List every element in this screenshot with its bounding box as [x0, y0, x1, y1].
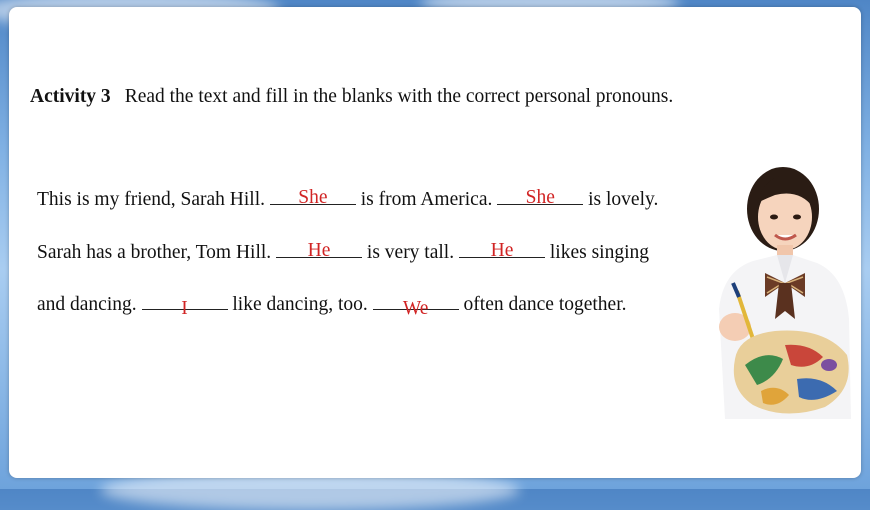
passage-text: This is my friend, Sarah Hill. [37, 189, 270, 210]
passage-line-1: This is my friend, Sarah Hill. She is fr… [37, 187, 659, 211]
activity-label: Activity 3 [30, 86, 111, 107]
passage-line-3: and dancing. I like dancing, too. We oft… [37, 293, 627, 319]
passage-text: is very tall. [362, 242, 459, 263]
student-painter-icon [719, 167, 851, 419]
passage-text: and dancing. [37, 294, 142, 315]
answer-text: I [181, 298, 188, 319]
passage-text: is from America. [355, 189, 498, 210]
answer-text: He [490, 240, 514, 261]
passage-text: Sarah has a brother, Tom Hill. [37, 242, 277, 263]
answer-blank[interactable]: She [269, 187, 356, 208]
passage-text: like dancing, too. [227, 294, 373, 315]
answer-text: She [298, 187, 328, 208]
answer-text: He [307, 240, 331, 261]
activity-instruction: Activity 3 Read the text and fill in the … [30, 86, 673, 108]
answer-blank[interactable]: I [141, 293, 228, 319]
passage-text: is lovely. [583, 189, 659, 210]
answer-blank[interactable]: We [372, 293, 459, 319]
activity-instruction-text: Read the text and fill in the blanks wit… [124, 86, 674, 107]
answer-blank[interactable]: He [276, 240, 363, 261]
passage-line-2: Sarah has a brother, Tom Hill. He is ver… [37, 240, 649, 264]
answer-text: We [402, 298, 429, 319]
passage-text: likes singing [544, 242, 649, 263]
passage-text: often dance together. [458, 294, 627, 315]
answer-text: She [525, 187, 555, 208]
answer-blank[interactable]: He [458, 240, 545, 261]
slide-card: Activity 3 Read the text and fill in the … [9, 7, 861, 478]
answer-blank[interactable]: She [497, 187, 584, 208]
